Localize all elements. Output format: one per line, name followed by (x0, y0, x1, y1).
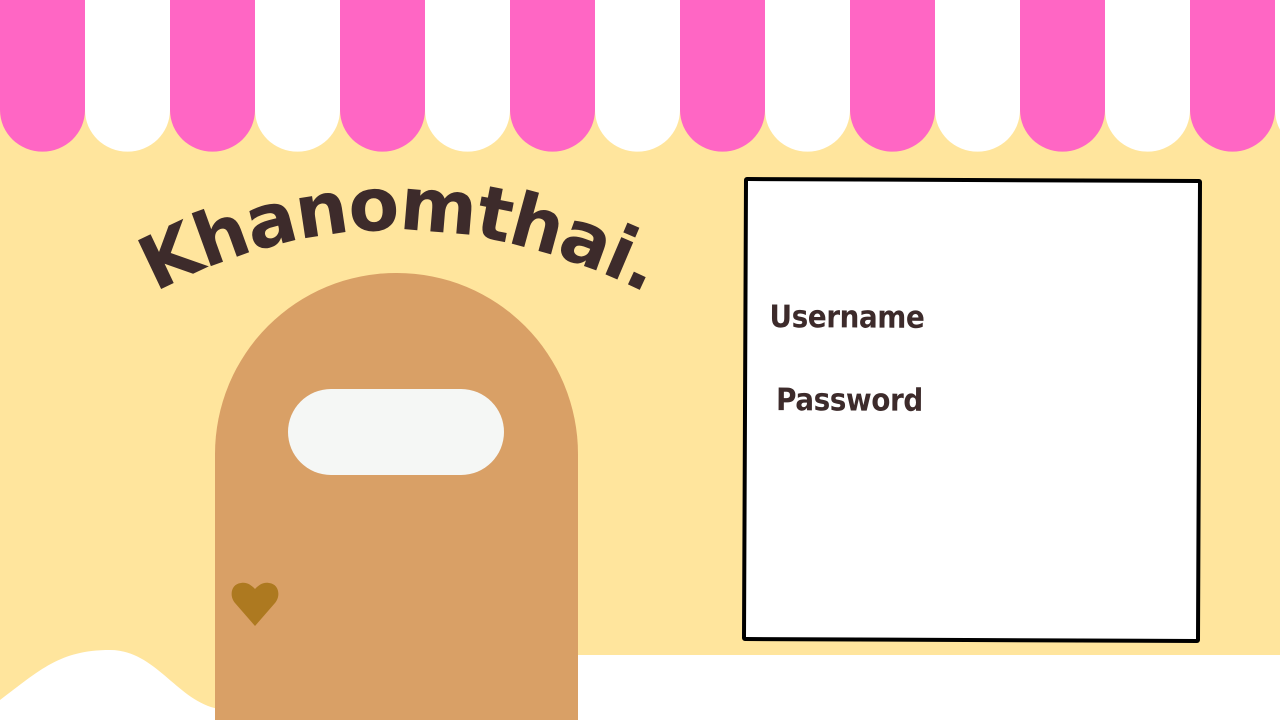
awning-stripe (1105, 0, 1190, 152)
password-label: Password (775, 382, 923, 419)
awning-stripe (340, 0, 425, 152)
awning-stripe (1190, 0, 1275, 152)
awning-stripe (425, 0, 510, 152)
login-panel: Username Password (741, 177, 1203, 643)
awning-stripe (765, 0, 850, 152)
awning-stripe (680, 0, 765, 152)
awning-stripe (1275, 0, 1280, 130)
awning (0, 0, 1280, 152)
heart-icon (231, 582, 279, 626)
awning-stripe (510, 0, 595, 152)
awning-stripe (595, 0, 680, 152)
awning-stripe (850, 0, 935, 152)
shop-door (215, 273, 578, 720)
awning-stripe (170, 0, 255, 152)
awning-stripe (85, 0, 170, 152)
awning-stripe (0, 0, 85, 152)
username-label: Username (769, 299, 925, 336)
door-window (288, 389, 504, 475)
awning-stripe (255, 0, 340, 152)
awning-stripe (1020, 0, 1105, 152)
awning-stripe (935, 0, 1020, 152)
